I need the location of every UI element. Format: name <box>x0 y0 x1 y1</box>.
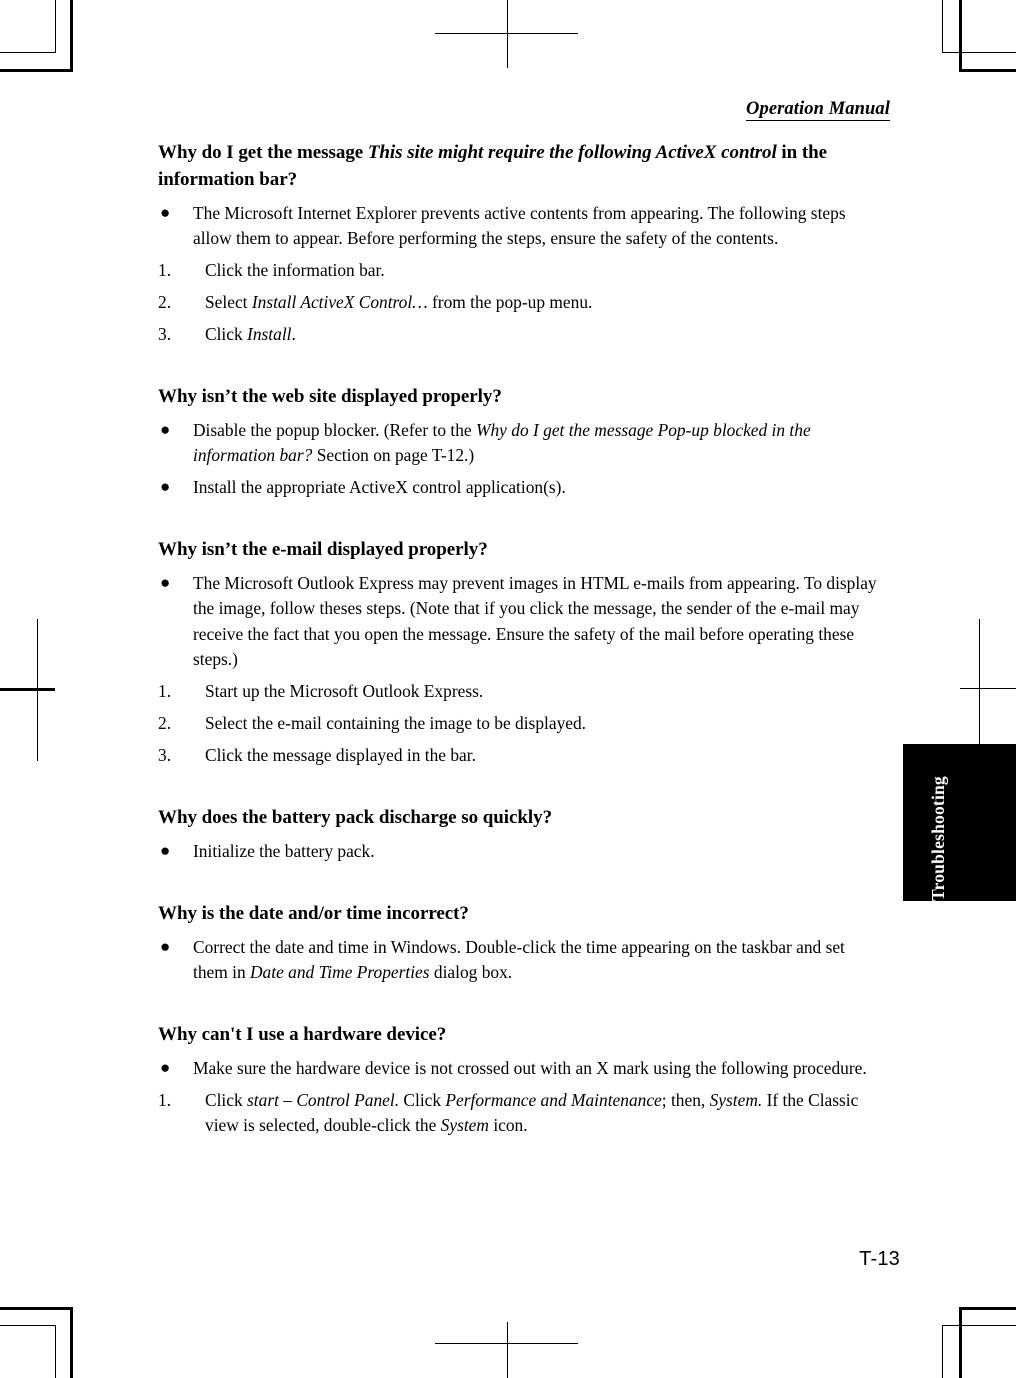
bullet-dot-icon: ● <box>160 936 171 956</box>
italic-run: Date and Time Properties <box>250 961 430 982</box>
italic-run: System. <box>709 1089 763 1110</box>
crop-mark-top-left-vertical-thick <box>70 0 73 71</box>
numbered-step-list: 1. Start up the Microsoft Outlook Express… <box>158 679 882 768</box>
page-content: Why do I get the message This site might… <box>158 140 882 1145</box>
bullet-dot-icon: ● <box>160 477 171 497</box>
bullet-list-item: ● The Microsoft Internet Explorer prevent… <box>160 202 846 248</box>
bullet-list: ● The Microsoft Outlook Express may preve… <box>158 571 882 671</box>
registration-mark-top-center-horizontal <box>435 33 578 34</box>
crop-mark-bottom-left-vertical-thick <box>70 1307 73 1378</box>
section-heading: Why isn’t the web site displayed properl… <box>158 386 502 408</box>
crop-mark-top-left-vertical-thin <box>55 0 56 53</box>
crop-mark-top-left-horizontal-thick <box>0 69 73 72</box>
bullet-list-item: ● Correct the date and time in Windows. D… <box>160 936 845 982</box>
section-heading: Why does the battery pack discharge so q… <box>158 806 553 828</box>
step-number: 1. <box>158 260 172 281</box>
bullet-list-item: ● Make sure the hardware device is not cr… <box>158 1056 882 1081</box>
running-header: Operation Manual <box>0 99 890 121</box>
numbered-step-item: 3. Click Install. <box>158 322 882 347</box>
italic-run: Install <box>247 324 292 345</box>
italic-run: This site might require the following Ac… <box>367 142 777 163</box>
section-heading: Why isn’t the e-mail displayed properly? <box>158 539 488 561</box>
crop-mark-bottom-left-horizontal-thick <box>0 1307 73 1310</box>
crop-mark-top-left-horizontal-thin <box>0 52 56 53</box>
page-number: T-13 <box>859 1248 900 1270</box>
crop-mark-top-right-vertical-thin <box>942 0 943 53</box>
numbered-step-item: 3. Click the message displayed in the bar… <box>158 743 882 768</box>
step-number: 2. <box>158 292 172 313</box>
bullet-list: ● The Microsoft Internet Explorer prevent… <box>158 201 882 251</box>
numbered-step-item: 2. Select the e-mail containing the image… <box>158 711 882 736</box>
italic-run: Install ActiveX Control… <box>251 292 428 313</box>
italic-run: start – Control Panel. <box>247 1089 400 1110</box>
bullet-dot-icon: ● <box>160 1057 171 1077</box>
numbered-step-item: 1. Click the information bar. <box>158 258 882 283</box>
bullet-dot-icon: ● <box>160 420 171 440</box>
step-number: 1. <box>158 1089 172 1110</box>
numbered-step-list: 1. Click start – Control Panel. Click Per… <box>158 1088 882 1138</box>
section-heading: Why can't I use a hardware device? <box>158 1023 447 1045</box>
crop-mark-bottom-right-horizontal-thick <box>959 1307 1016 1310</box>
bullet-dot-icon: ● <box>160 202 171 222</box>
chapter-thumb-tab: Troubleshooting <box>903 744 1016 901</box>
bullet-list-item: ● Install the appropriate ActiveX control… <box>158 475 882 500</box>
crop-mark-top-right-horizontal-thin <box>942 52 1016 53</box>
numbered-step-list: 1. Click the information bar. 2. Select Ins… <box>158 258 882 347</box>
bullet-list: ● Disable the popup blocker. (Refer to th… <box>158 418 882 500</box>
crop-mark-bottom-right-vertical-thin <box>942 1325 943 1378</box>
italic-run: System <box>440 1115 489 1136</box>
crop-mark-top-right-horizontal-thick <box>959 69 1016 72</box>
registration-mark-right-middle-vertical <box>979 619 980 745</box>
registration-mark-bottom-center-horizontal <box>435 1343 578 1344</box>
numbered-step-item: 2. Select Install ActiveX Control… from t… <box>158 290 882 315</box>
bullet-list-item: ● Initialize the battery pack. <box>158 839 882 864</box>
section-heading: Why do I get the message This site might… <box>158 142 828 190</box>
step-number: 1. <box>158 680 172 701</box>
bullet-dot-icon: ● <box>160 573 171 593</box>
step-number: 3. <box>158 324 172 345</box>
bullet-list: ● Initialize the battery pack. <box>158 839 882 864</box>
step-number: 2. <box>158 712 172 733</box>
crop-mark-bottom-left-vertical-thin <box>55 1325 56 1378</box>
bullet-list: ● Make sure the hardware device is not cr… <box>158 1056 882 1081</box>
crop-mark-bottom-right-vertical-thick <box>959 1307 962 1378</box>
step-number: 3. <box>158 744 172 765</box>
bullet-list-item: ● Disable the popup blocker. (Refer to th… <box>160 420 811 466</box>
bullet-list-item: ● The Microsoft Outlook Express may preve… <box>160 573 877 669</box>
chapter-thumb-tab-label: Troubleshooting <box>928 776 948 901</box>
crop-mark-bottom-left-horizontal-thin <box>0 1325 56 1326</box>
running-header-text: Operation Manual <box>746 99 890 121</box>
crop-mark-bottom-right-horizontal-thin <box>942 1325 1016 1326</box>
italic-run: Performance and Maintenance <box>445 1089 662 1110</box>
numbered-step-item: 1. Start up the Microsoft Outlook Express… <box>158 679 882 704</box>
numbered-step-item: 1. Click start – Control Panel. Click Per… <box>158 1089 859 1136</box>
registration-mark-right-middle-horizontal <box>960 688 1016 689</box>
bullet-list: ● Correct the date and time in Windows. D… <box>158 935 882 985</box>
section-heading: Why is the date and/or time incorrect? <box>158 902 469 924</box>
registration-mark-top-center-vertical <box>507 0 508 68</box>
bullet-dot-icon: ● <box>160 840 171 860</box>
registration-mark-bottom-center-vertical <box>507 1322 508 1378</box>
registration-mark-left-middle-horizontal <box>0 688 55 691</box>
crop-mark-top-right-vertical-thick <box>959 0 962 71</box>
